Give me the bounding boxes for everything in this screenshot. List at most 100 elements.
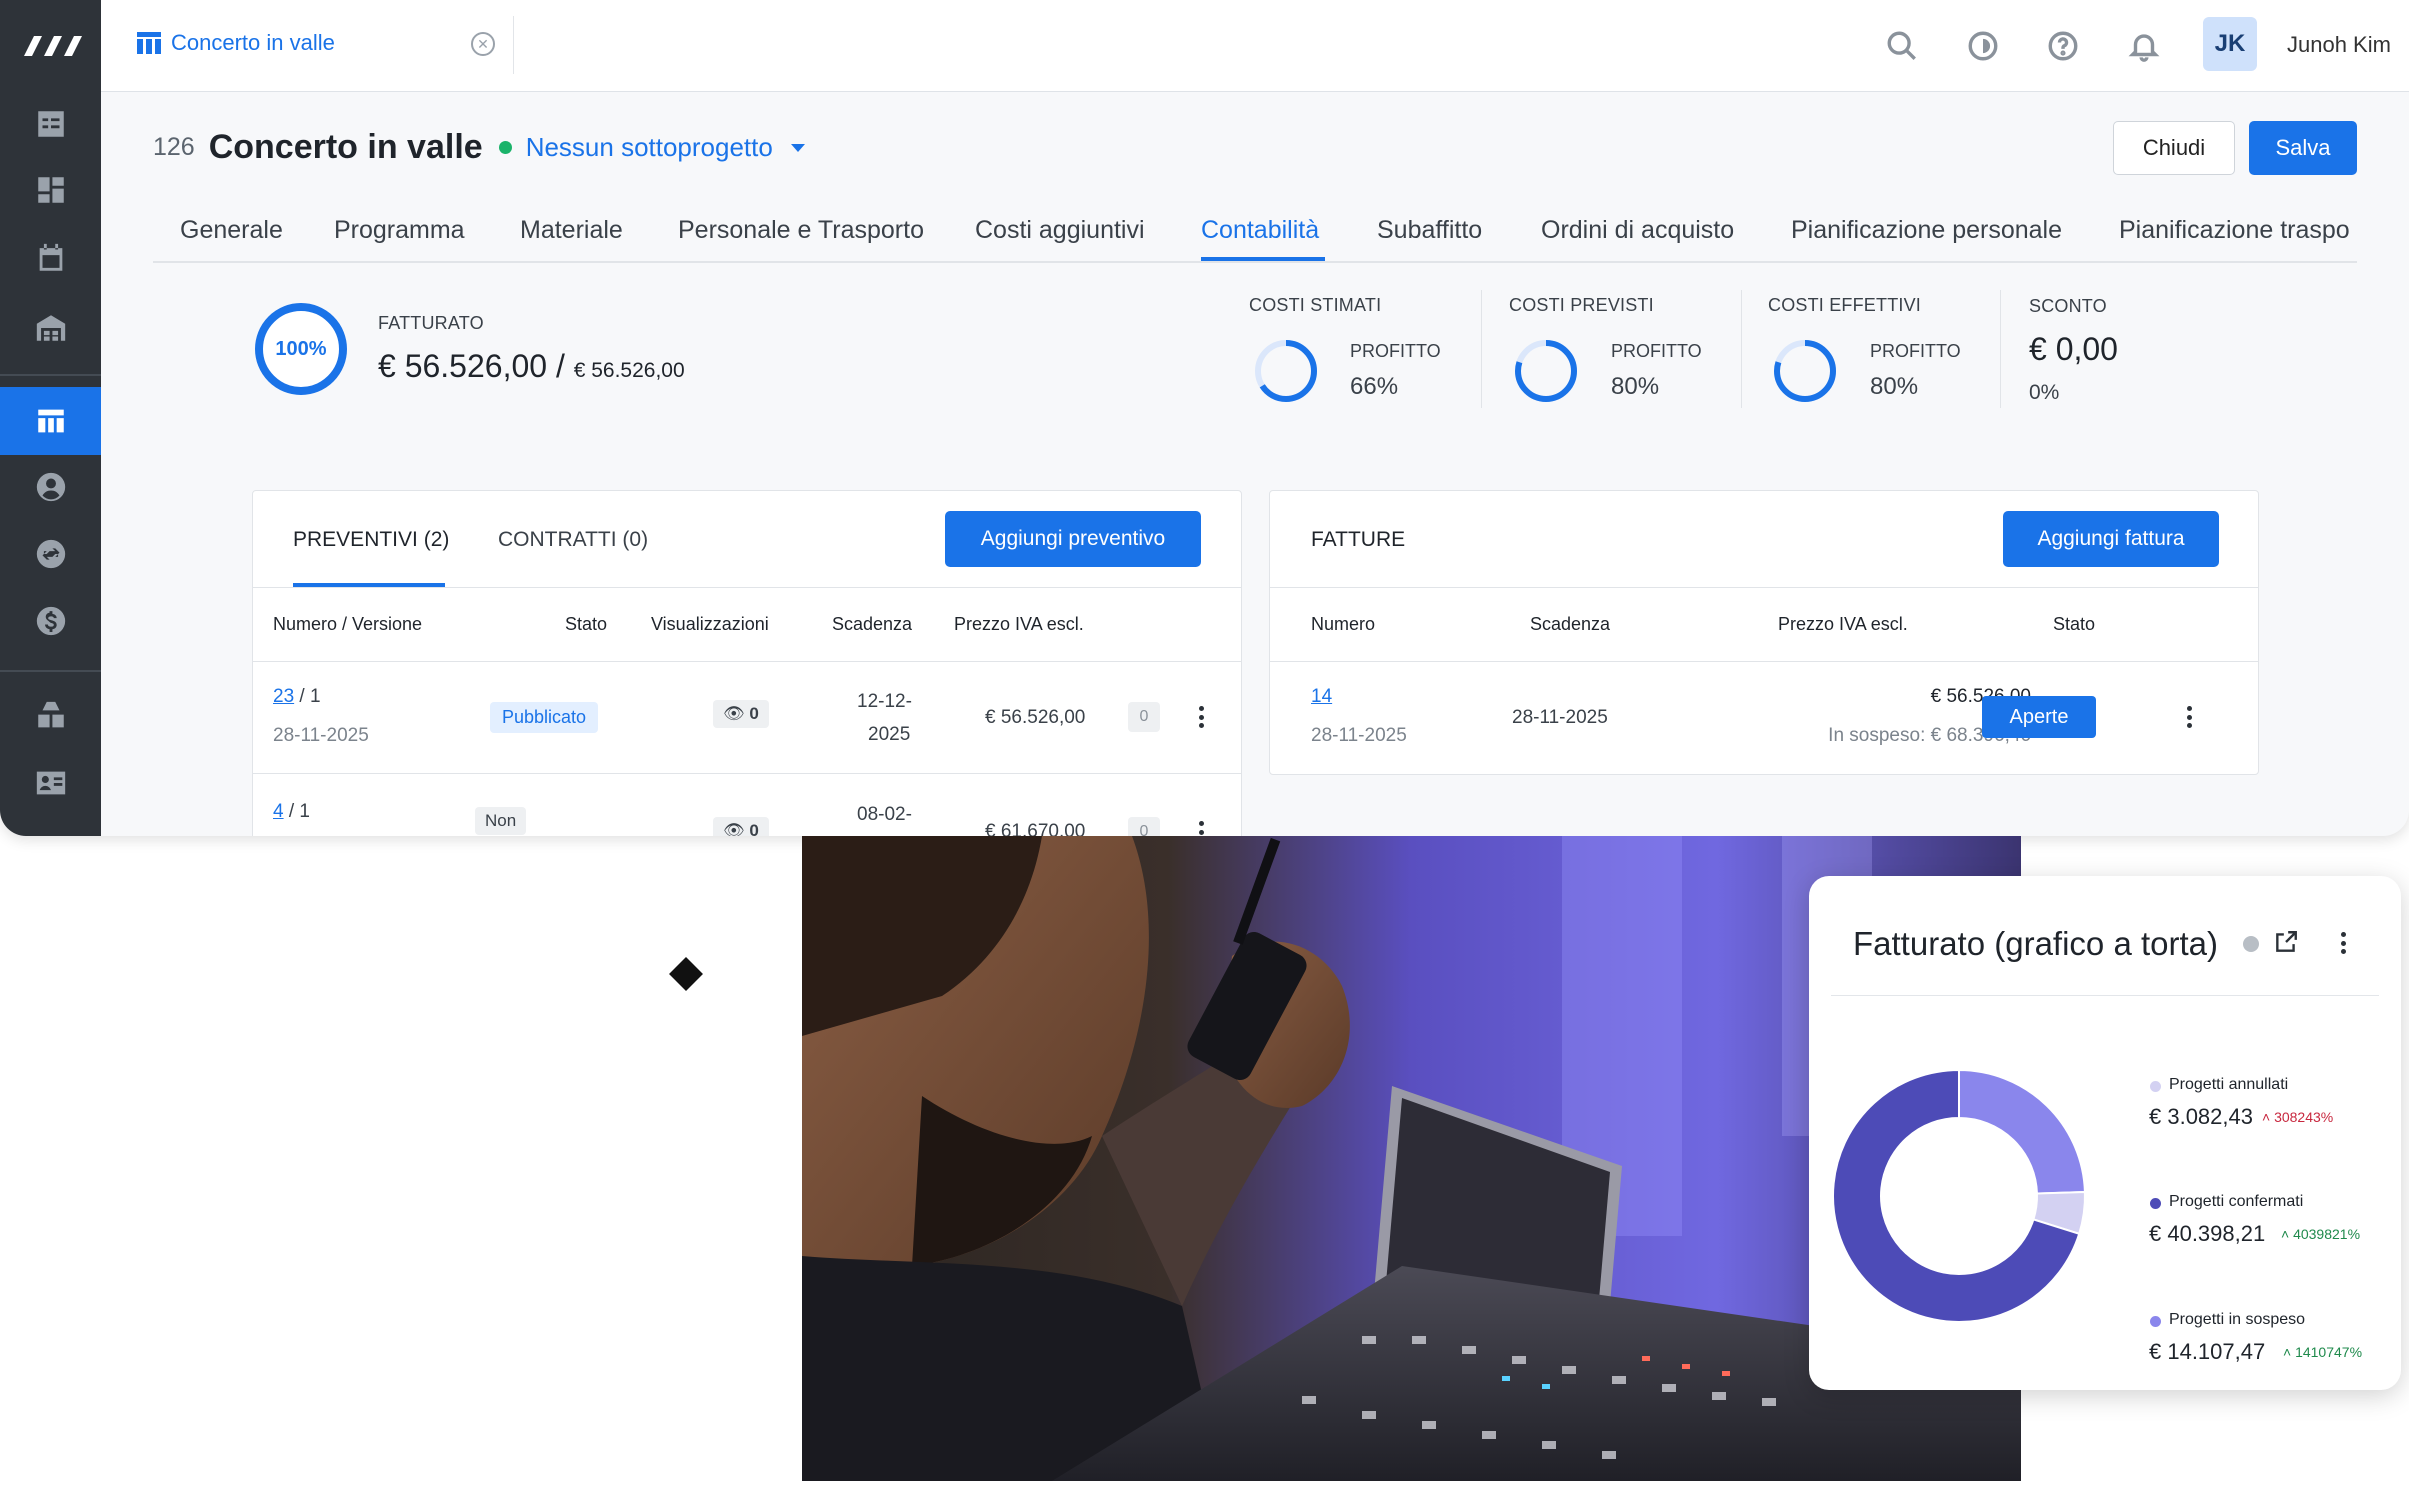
invoices-panel: FATTURE Aggiungi fattura Numero Scadenza… bbox=[1269, 490, 2259, 775]
tab-pianificazione-trasporto[interactable]: Pianificazione traspo bbox=[2119, 216, 2350, 245]
projects-table-icon[interactable] bbox=[0, 387, 101, 455]
column-header[interactable]: Scadenza bbox=[1530, 614, 1610, 635]
count-badge: 0 bbox=[1128, 702, 1160, 732]
profitto-effettivi-value: 80% bbox=[1870, 373, 1919, 400]
profitto-stimati-value: 66% bbox=[1350, 373, 1399, 400]
column-header[interactable]: Visualizzazioni bbox=[651, 614, 769, 635]
costi-effettivi-label: COSTI EFFETTIVI bbox=[1768, 295, 1922, 315]
calendar-icon[interactable] bbox=[0, 225, 101, 291]
finance-icon[interactable] bbox=[0, 588, 101, 654]
subproject-select[interactable]: Nessun sottoprogetto bbox=[526, 132, 773, 163]
chevron-down-icon[interactable] bbox=[790, 143, 805, 152]
close-tab-icon[interactable]: ✕ bbox=[471, 32, 495, 56]
eye-icon: 👁 bbox=[723, 704, 745, 723]
external-link-icon[interactable] bbox=[2273, 929, 2299, 955]
column-header[interactable]: Stato bbox=[2053, 614, 2095, 635]
add-quote-button[interactable]: Aggiungi preventivo bbox=[945, 511, 1201, 567]
card-menu-icon[interactable] bbox=[2333, 928, 2353, 958]
invoice-due: 28-11-2025 bbox=[1512, 707, 1608, 728]
quote-number-link[interactable]: 23 bbox=[273, 686, 294, 707]
costi-previsti-label: COSTI PREVISTI bbox=[1509, 295, 1654, 315]
tab-materiale[interactable]: Materiale bbox=[520, 216, 623, 245]
column-header[interactable]: Prezzo IVA escl. bbox=[1778, 614, 1908, 635]
row-menu-icon[interactable] bbox=[1191, 702, 1211, 732]
views-badge: 👁 0 bbox=[713, 817, 769, 836]
tab-preventivi[interactable]: PREVENTIVI (2) bbox=[293, 528, 449, 552]
info-icon[interactable] bbox=[2243, 936, 2259, 952]
status-button[interactable]: Aperte bbox=[1982, 696, 2096, 738]
views-badge: 👁 0 bbox=[713, 700, 769, 728]
status-badge: Non bbox=[475, 807, 527, 835]
open-tab-label: Concerto in valle bbox=[171, 30, 335, 55]
legend-dot bbox=[2150, 1316, 2161, 1327]
active-tab-indicator bbox=[1201, 257, 1325, 261]
legend-dot bbox=[2150, 1081, 2161, 1092]
sync-icon[interactable] bbox=[0, 521, 101, 587]
inventory-icon[interactable] bbox=[0, 683, 101, 749]
tab-generale[interactable]: Generale bbox=[180, 216, 283, 245]
quote-price: € 56.526,00 bbox=[985, 707, 1086, 728]
pie-slice-progetti-in-sospeso[interactable] bbox=[1958, 1068, 2086, 1195]
bell-icon[interactable] bbox=[2124, 26, 2164, 66]
add-invoice-button[interactable]: Aggiungi fattura bbox=[2003, 511, 2219, 567]
task-list-icon[interactable] bbox=[0, 91, 101, 157]
row-menu-icon[interactable] bbox=[1191, 817, 1211, 836]
dashboard-icon[interactable] bbox=[0, 157, 101, 223]
save-button[interactable]: Salva bbox=[2249, 121, 2357, 175]
eye-icon: 👁 bbox=[723, 821, 745, 836]
quote-number-link[interactable]: 4 bbox=[273, 801, 284, 822]
views-count: 0 bbox=[749, 821, 759, 836]
column-header[interactable]: Stato bbox=[565, 614, 607, 635]
theme-icon[interactable] bbox=[1963, 26, 2003, 66]
legend-label: Progetti in sospeso bbox=[2169, 1311, 2306, 1328]
status-badge: Pubblicato bbox=[490, 702, 599, 733]
help-icon[interactable] bbox=[2043, 26, 2083, 66]
tab-contabilita[interactable]: Contabilità bbox=[1201, 216, 1319, 245]
views-count: 0 bbox=[749, 704, 759, 723]
legend-value: € 3.082,43 bbox=[2149, 1104, 2253, 1129]
tab-pianificazione-personale[interactable]: Pianificazione personale bbox=[1791, 216, 2062, 245]
search-icon[interactable] bbox=[1882, 26, 1922, 66]
quotes-panel: PREVENTIVI (2) CONTRATTI (0) Aggiungi pr… bbox=[252, 490, 1242, 836]
warehouse-icon[interactable] bbox=[0, 295, 101, 361]
tab-personale-trasporto[interactable]: Personale e Trasporto bbox=[678, 216, 924, 245]
user-name[interactable]: Junoh Kim bbox=[2287, 32, 2391, 58]
legend-value: € 40.398,21 bbox=[2149, 1221, 2266, 1246]
column-header[interactable]: Scadenza bbox=[832, 614, 912, 635]
row-menu-icon[interactable] bbox=[2179, 702, 2199, 732]
tab-costi-aggiuntivi[interactable]: Costi aggiuntivi bbox=[975, 216, 1145, 245]
avatar[interactable]: JK bbox=[2203, 17, 2257, 71]
column-header[interactable]: Numero / Versione bbox=[273, 614, 422, 635]
tab-subaffitto[interactable]: Subaffitto bbox=[1377, 216, 1482, 245]
sconto-pct: 0% bbox=[2029, 381, 2060, 404]
tab-programma[interactable]: Programma bbox=[334, 216, 465, 245]
fatturato-total: € 56.526,00 bbox=[573, 359, 685, 382]
tab-contratti[interactable]: CONTRATTI (0) bbox=[498, 528, 648, 552]
legend-change: ˄ 1410747% bbox=[2283, 1344, 2363, 1360]
invoice-number-link[interactable]: 14 bbox=[1311, 686, 1332, 708]
legend-label: Progetti confermati bbox=[2169, 1193, 2304, 1210]
legend-change: ˄ 308243% bbox=[2262, 1109, 2334, 1125]
top-bar: Concerto in valle ✕ JK Junoh Kim bbox=[101, 0, 2409, 92]
decorative-diamond bbox=[669, 957, 703, 991]
page-title: Concerto in valle bbox=[208, 128, 483, 166]
open-tab[interactable]: Concerto in valle bbox=[137, 30, 335, 56]
column-header[interactable]: Prezzo IVA escl. bbox=[954, 614, 1084, 635]
app-window: Concerto in valle ✕ JK Junoh Kim 126 Con… bbox=[0, 0, 2409, 836]
fatturato-value: € 56.526,00 / € 56.526,00 bbox=[378, 348, 685, 384]
close-button[interactable]: Chiudi bbox=[2113, 121, 2235, 175]
legend-change: ˄ 4039821% bbox=[2281, 1226, 2361, 1242]
quote-due-line1: 08-02- bbox=[857, 804, 912, 825]
invoices-title: FATTURE bbox=[1311, 528, 1406, 551]
logo-icon[interactable] bbox=[0, 0, 101, 92]
crew-card-icon[interactable] bbox=[0, 750, 101, 816]
pie-chart-card: Fatturato (grafico a torta) Progetti ann… bbox=[1809, 876, 2401, 1390]
invoiced-progress-ring: 100% bbox=[255, 303, 347, 395]
quote-date: 28-11-2025 bbox=[273, 725, 369, 746]
contacts-icon[interactable] bbox=[0, 454, 101, 520]
column-header[interactable]: Numero bbox=[1311, 614, 1375, 635]
quote-due-line1: 12-12- bbox=[857, 691, 912, 712]
legend-label: Progetti annullati bbox=[2169, 1076, 2289, 1093]
projects-table-icon bbox=[137, 32, 161, 54]
tab-ordini-acquisto[interactable]: Ordini di acquisto bbox=[1541, 216, 1734, 245]
